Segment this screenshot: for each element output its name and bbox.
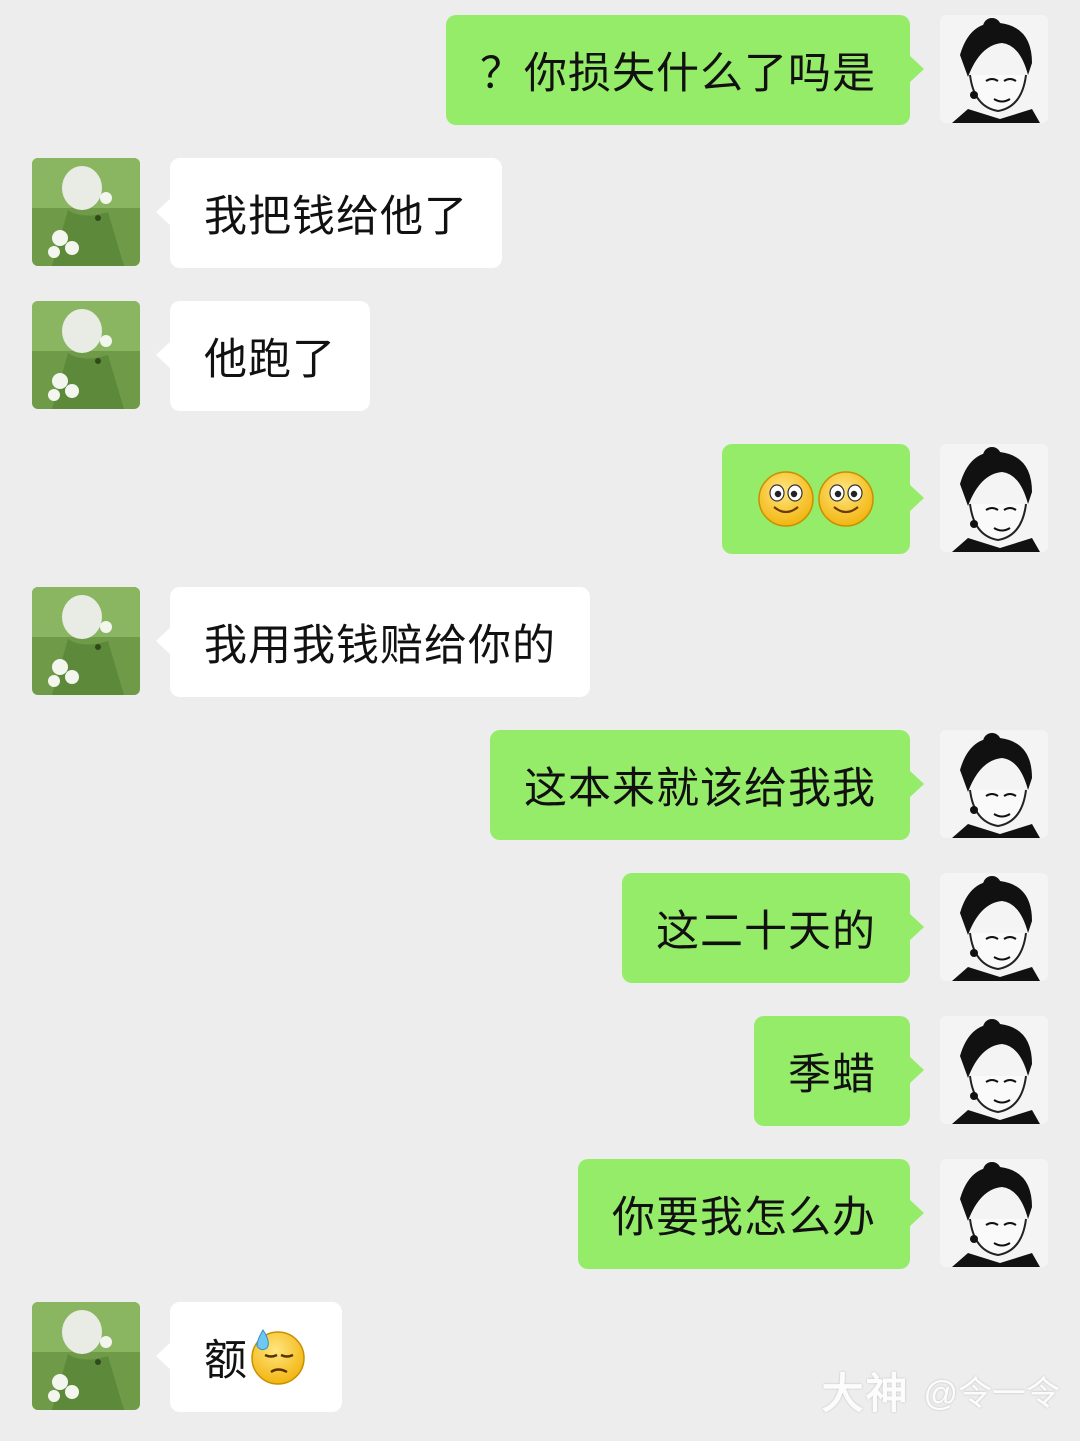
contact-photo-icon xyxy=(32,301,140,409)
anime-avatar-icon xyxy=(940,444,1048,552)
contact-avatar[interactable] xyxy=(32,1302,140,1410)
my-avatar[interactable] xyxy=(940,15,1048,123)
message-text: ？你损失什么了吗是 xyxy=(480,49,876,99)
watermark-brand: 大神 xyxy=(821,1370,910,1417)
message-bubble[interactable] xyxy=(722,444,924,554)
cold-sweat-emoji-icon xyxy=(249,1328,307,1386)
message-bubble[interactable]: 他跑了 xyxy=(156,301,370,411)
smile-emoji-icon xyxy=(757,470,815,528)
my-avatar[interactable] xyxy=(940,1016,1048,1124)
message-bubble[interactable]: ？你损失什么了吗是 xyxy=(446,15,924,125)
anime-avatar-icon xyxy=(940,15,1048,123)
message-row: 这二十天的 xyxy=(0,873,1080,983)
message-text: 季蜡 xyxy=(788,1050,876,1100)
message-bubble[interactable]: 你要我怎么办 xyxy=(578,1159,924,1269)
message-bubble[interactable]: 这本来就该给我我 xyxy=(490,730,924,840)
message-bubble[interactable]: 季蜡 xyxy=(754,1016,924,1126)
contact-photo-icon xyxy=(32,1302,140,1410)
message-text: 这本来就该给我我 xyxy=(524,764,876,814)
message-row: 季蜡 xyxy=(0,1016,1080,1126)
watermark-user: @令一令 xyxy=(923,1375,1060,1413)
message-row xyxy=(0,444,1080,554)
contact-photo-icon xyxy=(32,158,140,266)
message-text: 你要我怎么办 xyxy=(612,1193,876,1243)
message-text: 我把钱给他了 xyxy=(204,192,468,242)
message-row: 我把钱给他了 xyxy=(0,158,1080,268)
message-bubble[interactable]: 我用我钱赔给你的 xyxy=(156,587,590,697)
contact-avatar[interactable] xyxy=(32,587,140,695)
message-text: 这二十天的 xyxy=(656,907,876,957)
my-avatar[interactable] xyxy=(940,444,1048,552)
my-avatar[interactable] xyxy=(940,730,1048,838)
message-bubble[interactable]: 我把钱给他了 xyxy=(156,158,502,268)
anime-avatar-icon xyxy=(940,873,1048,981)
message-row: 你要我怎么办 xyxy=(0,1159,1080,1269)
message-row: 这本来就该给我我 xyxy=(0,730,1080,840)
message-row: 他跑了 xyxy=(0,301,1080,411)
message-row: ？你损失什么了吗是 xyxy=(0,15,1080,125)
anime-avatar-icon xyxy=(940,730,1048,838)
message-text: 他跑了 xyxy=(204,335,336,385)
anime-avatar-icon xyxy=(940,1016,1048,1124)
my-avatar[interactable] xyxy=(940,873,1048,981)
smile-emoji-icon xyxy=(817,470,875,528)
contact-photo-icon xyxy=(32,587,140,695)
contact-avatar[interactable] xyxy=(32,301,140,409)
message-bubble[interactable]: 额 xyxy=(156,1302,342,1412)
anime-avatar-icon xyxy=(940,1159,1048,1267)
contact-avatar[interactable] xyxy=(32,158,140,266)
watermark: 大神 @令一令 xyxy=(821,1360,1060,1421)
message-bubble[interactable]: 这二十天的 xyxy=(622,873,924,983)
message-text: 额 xyxy=(204,1336,248,1386)
chat-area: ？你损失什么了吗是 我把钱给他了 他跑了 我用我钱赔给你的 这本来就该给我我 这… xyxy=(0,0,1080,1441)
message-row: 我用我钱赔给你的 xyxy=(0,587,1080,697)
message-text: 我用我钱赔给你的 xyxy=(204,621,556,671)
my-avatar[interactable] xyxy=(940,1159,1048,1267)
